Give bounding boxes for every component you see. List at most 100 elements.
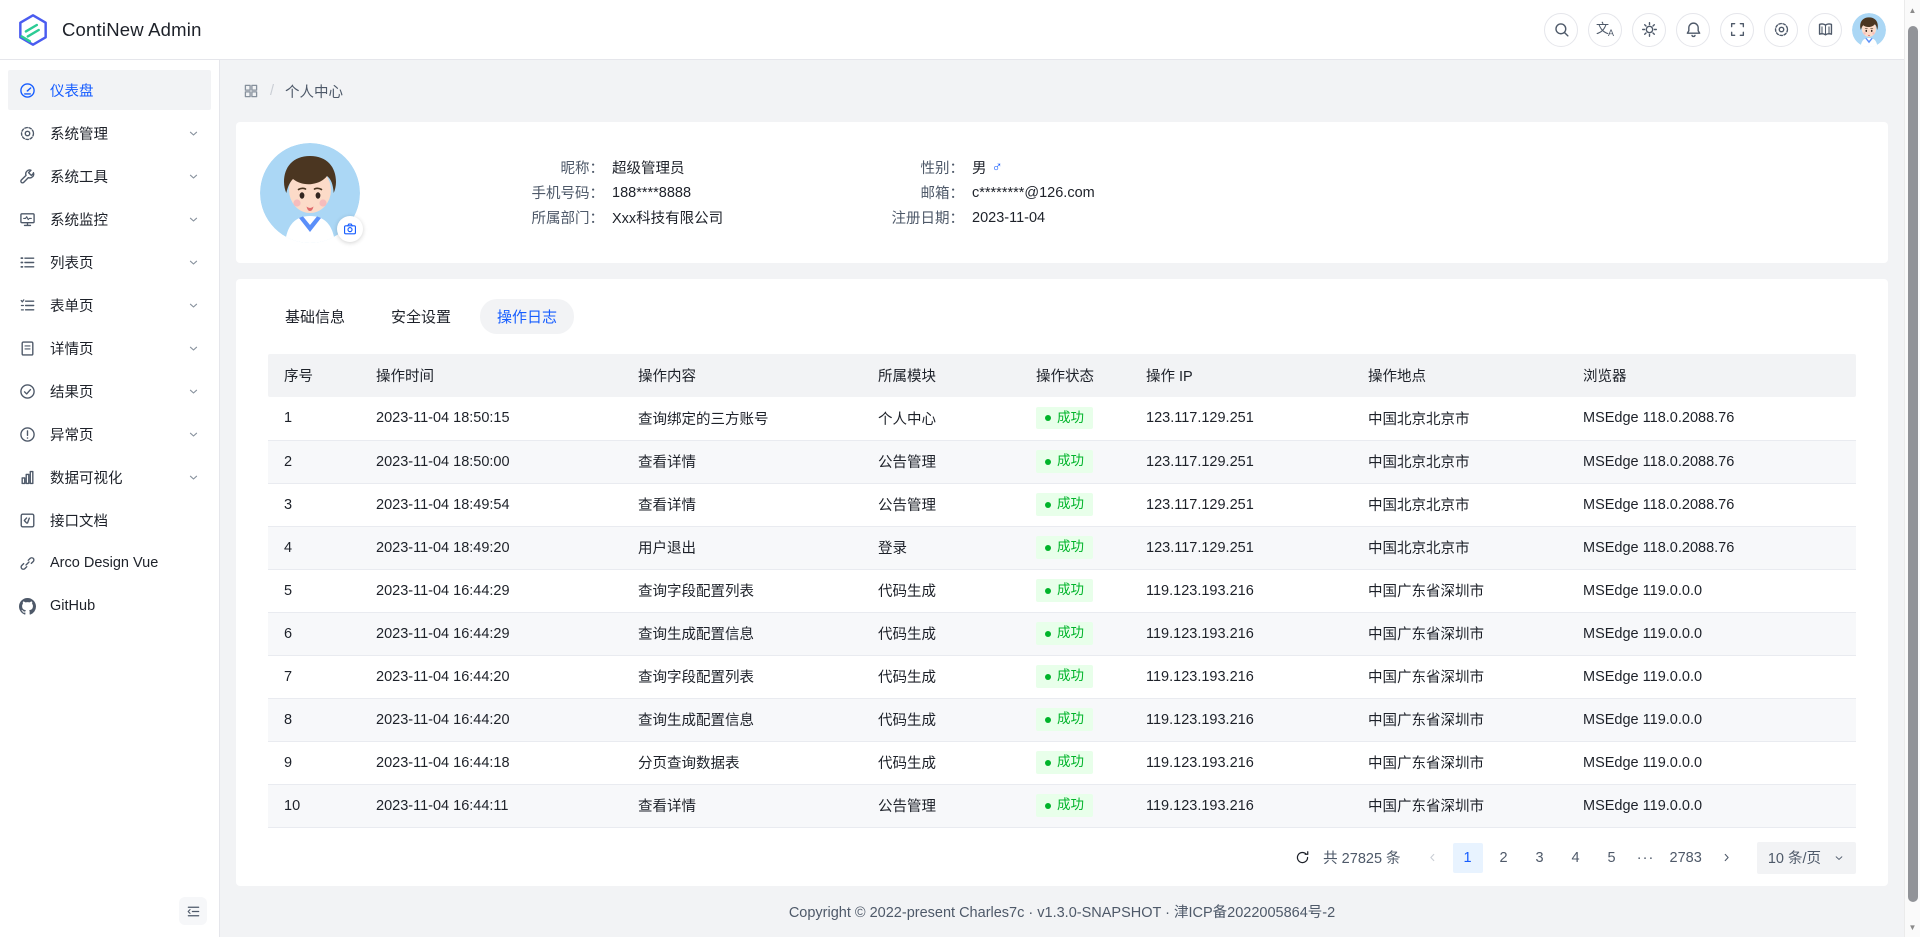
sidebar-item-data-visualization[interactable]: 数据可视化: [8, 457, 211, 497]
sidebar-item-result-page[interactable]: 结果页: [8, 371, 211, 411]
tab-security-settings[interactable]: 安全设置: [374, 299, 468, 334]
status-badge: 成功: [1036, 450, 1093, 472]
scroll-down-arrow[interactable]: ▼: [1905, 923, 1920, 932]
chevron-down-icon: [187, 428, 200, 441]
cell-location: 中国北京北京市: [1352, 526, 1567, 569]
sidebar-item-dashboard[interactable]: 仪表盘: [8, 70, 211, 110]
search-button[interactable]: [1544, 13, 1578, 47]
male-icon: ♂: [992, 159, 1003, 176]
page-scrollbar: ▲ ▼: [1904, 0, 1920, 937]
app-logo[interactable]: ContiNew Admin: [16, 13, 202, 47]
page-button-4[interactable]: 4: [1561, 843, 1591, 873]
chevron-down-icon: [187, 342, 200, 355]
status-text: 成功: [1057, 625, 1084, 641]
page-button-2[interactable]: 2: [1489, 843, 1519, 873]
camera-icon[interactable]: [337, 216, 363, 242]
page-button-2783[interactable]: 2783: [1665, 843, 1707, 873]
translate-button[interactable]: 文A: [1588, 13, 1622, 47]
cell-status: 成功: [1020, 569, 1130, 612]
fullscreen-button[interactable]: [1720, 13, 1754, 47]
status-badge: 成功: [1036, 665, 1093, 687]
cell-location: 中国广东省深圳市: [1352, 698, 1567, 741]
table-row: 22023-11-04 18:50:00查看详情公告管理成功123.117.12…: [268, 440, 1856, 483]
cell-index: 5: [268, 569, 360, 612]
next-page-button[interactable]: [1713, 843, 1741, 873]
breadcrumb-separator: /: [270, 83, 274, 99]
chevron-down-icon: [187, 256, 200, 269]
profile-field-value: 2023-11-04: [972, 210, 1045, 226]
notifications-button[interactable]: [1676, 13, 1710, 47]
page-button-3[interactable]: 3: [1525, 843, 1555, 873]
grid-icon[interactable]: [243, 83, 259, 99]
sidebar-item-exception-page[interactable]: 异常页: [8, 414, 211, 454]
sidebar-item-api-docs[interactable]: 接口文档: [8, 500, 211, 540]
table-row: 52023-11-04 16:44:29查询字段配置列表代码生成成功119.12…: [268, 569, 1856, 612]
cell-time: 2023-11-04 16:44:11: [360, 784, 622, 827]
cell-ip: 123.117.129.251: [1130, 397, 1352, 440]
profile-avatar-wrap: [260, 143, 360, 243]
profile-field-label: 注册日期：: [844, 207, 964, 228]
sidebar-item-github[interactable]: GitHub: [8, 586, 211, 626]
sidebar-item-arco-design-vue[interactable]: Arco Design Vue: [8, 543, 211, 583]
main-content: / 个人中心 昵称：超级管理员手机号码：188****8888所属部门：Xxx科…: [220, 60, 1904, 937]
column-header-content: 操作内容: [622, 354, 862, 397]
sidebar-collapse-button[interactable]: [179, 897, 207, 925]
cell-browser: MSEdge 119.0.0.0: [1567, 612, 1856, 655]
page-button-1[interactable]: 1: [1453, 843, 1483, 873]
sidebar-item-label: 仪表盘: [50, 80, 94, 101]
cell-browser: MSEdge 119.0.0.0: [1567, 655, 1856, 698]
sidebar-item-system-tools[interactable]: 系统工具: [8, 156, 211, 196]
page-size-select[interactable]: 10 条/页: [1757, 842, 1856, 874]
cell-status: 成功: [1020, 440, 1130, 483]
settings-icon: [1773, 21, 1790, 38]
column-header-module: 所属模块: [862, 354, 1020, 397]
sidebar-item-system-monitor[interactable]: 系统监控: [8, 199, 211, 239]
sidebar-item-label: 系统管理: [50, 123, 108, 144]
cell-status: 成功: [1020, 612, 1130, 655]
header-actions: 文A: [1544, 13, 1886, 47]
sidebar-item-system-management[interactable]: 系统管理: [8, 113, 211, 153]
exception-icon: [19, 426, 36, 443]
status-badge: 成功: [1036, 579, 1093, 601]
page-ellipsis[interactable]: ···: [1633, 850, 1659, 866]
profile-field-label: 邮箱：: [844, 182, 964, 203]
sidebar-item-label: 列表页: [50, 252, 94, 273]
scroll-up-arrow[interactable]: ▲: [1905, 6, 1920, 15]
sidebar-item-form-page[interactable]: 表单页: [8, 285, 211, 325]
cell-browser: MSEdge 118.0.2088.76: [1567, 397, 1856, 440]
cell-module: 代码生成: [862, 569, 1020, 612]
settings-button[interactable]: [1764, 13, 1798, 47]
theme-button[interactable]: [1632, 13, 1666, 47]
sidebar-item-detail-page[interactable]: 详情页: [8, 328, 211, 368]
cell-index: 6: [268, 612, 360, 655]
sidebar-item-label: 详情页: [50, 338, 94, 359]
table-header-row: 序号操作时间操作内容所属模块操作状态操作 IP操作地点浏览器: [268, 354, 1856, 397]
status-text: 成功: [1057, 453, 1084, 469]
profile-field-value: 男: [972, 157, 987, 178]
status-dot-icon: [1045, 631, 1051, 637]
cell-content: 查询生成配置信息: [622, 698, 862, 741]
cell-index: 9: [268, 741, 360, 784]
cell-location: 中国广东省深圳市: [1352, 612, 1567, 655]
sidebar-item-list-page[interactable]: 列表页: [8, 242, 211, 282]
user-avatar[interactable]: [1852, 13, 1886, 47]
cell-module: 公告管理: [862, 440, 1020, 483]
column-header-ip: 操作 IP: [1130, 354, 1352, 397]
prev-page-button[interactable]: [1419, 843, 1447, 873]
tab-operation-log[interactable]: 操作日志: [480, 299, 574, 334]
table-body: 12023-11-04 18:50:15查询绑定的三方账号个人中心成功123.1…: [268, 397, 1856, 827]
table-row: 12023-11-04 18:50:15查询绑定的三方账号个人中心成功123.1…: [268, 397, 1856, 440]
refresh-button[interactable]: [1289, 845, 1315, 871]
cell-time: 2023-11-04 18:50:15: [360, 397, 622, 440]
table-row: 62023-11-04 16:44:29查询生成配置信息代码生成成功119.12…: [268, 612, 1856, 655]
scrollbar-thumb[interactable]: [1908, 26, 1918, 902]
cell-time: 2023-11-04 18:50:00: [360, 440, 622, 483]
theme-icon: [1641, 21, 1658, 38]
tab-basic-info[interactable]: 基础信息: [268, 299, 362, 334]
page-button-5[interactable]: 5: [1597, 843, 1627, 873]
profile-info-left: 昵称：超级管理员手机号码：188****8888所属部门：Xxx科技有限公司: [444, 153, 844, 233]
docs-button[interactable]: [1808, 13, 1842, 47]
column-header-browser: 浏览器: [1567, 354, 1856, 397]
cell-index: 10: [268, 784, 360, 827]
status-text: 成功: [1057, 539, 1084, 555]
